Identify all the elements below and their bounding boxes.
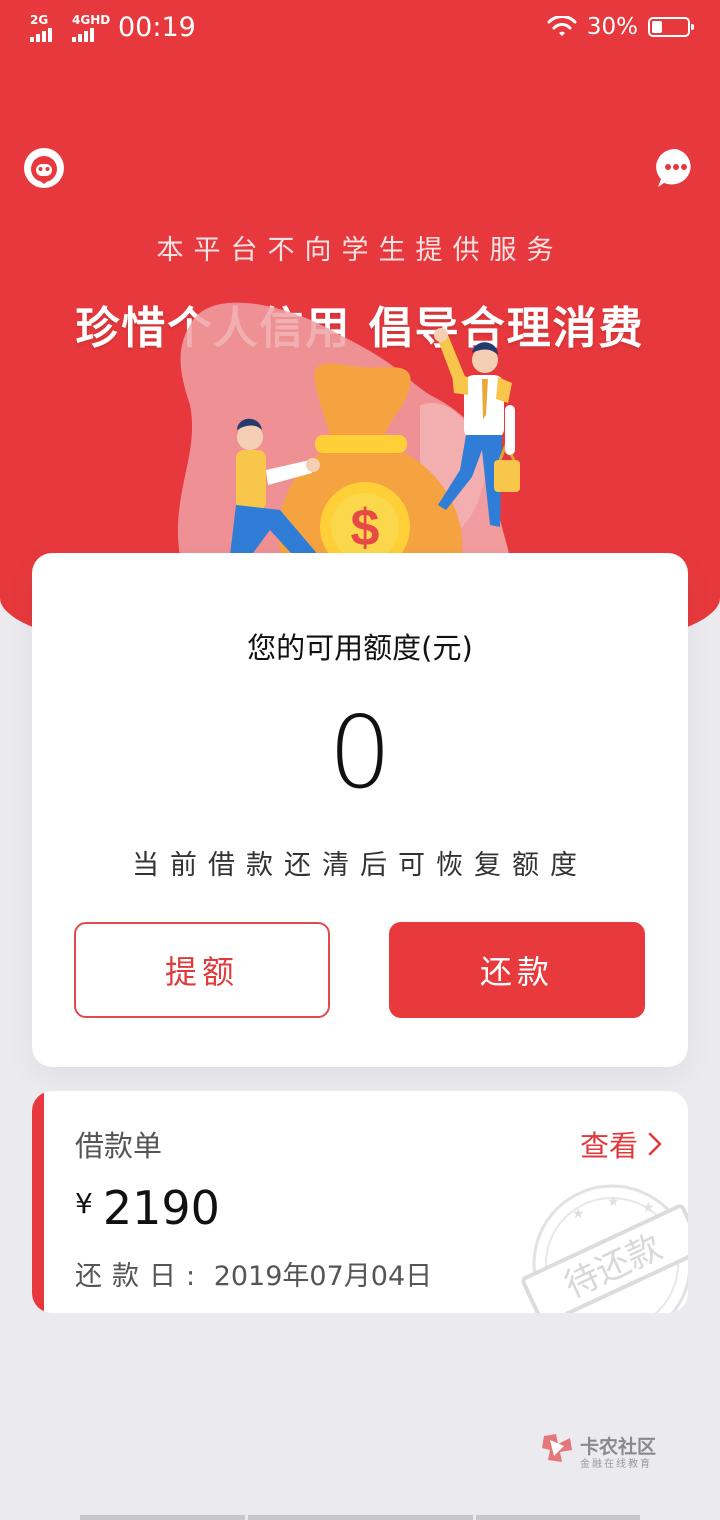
bottom-tab-divider [80, 1515, 245, 1520]
chat-bubble-icon[interactable] [655, 147, 697, 189]
wifi-icon [547, 16, 577, 36]
svg-text:★: ★ [642, 1200, 655, 1216]
currency-symbol: ¥ [75, 1187, 93, 1220]
status-bar: 2G 4GHD 00:19 30% [0, 0, 720, 58]
money-bag-illustration: $ [177, 302, 520, 565]
signal-bars-icon [72, 27, 94, 42]
kanong-logo-icon [542, 1434, 572, 1462]
view-loan-label: 查看 [579, 1129, 638, 1163]
clock: 00:19 [118, 12, 196, 43]
repayment-date-value: 2019年07月04日 [213, 1261, 433, 1292]
loan-amount-value: 2190 [102, 1181, 220, 1235]
robot-service-icon[interactable] [23, 147, 65, 189]
battery-icon [648, 17, 694, 37]
chevron-right-icon [648, 1132, 662, 1156]
signal-4g: 4GHD [72, 14, 110, 42]
svg-text:★: ★ [572, 1206, 585, 1222]
repayment-date-label: 还款日: [75, 1261, 206, 1292]
loan-order-title: 借款单 [75, 1129, 163, 1163]
available-credit-card: 您的可用额度(元) 0 当前借款还清后可恢复额度 提额 还款 [32, 553, 688, 1067]
bottom-tab-divider [476, 1515, 640, 1520]
kanong-watermark: 卡农社区 金融在线教育 [540, 1430, 670, 1470]
signal-bars-icon [30, 27, 52, 42]
credit-restore-note: 当前借款还清后可恢复额度 [132, 850, 588, 881]
network-type-1: 2G [30, 12, 49, 27]
svg-text:$: $ [351, 499, 380, 557]
available-credit-title: 您的可用额度(元) [247, 631, 473, 665]
available-credit-amount: 0 [328, 694, 392, 811]
battery-level [652, 21, 662, 33]
raise-limit-button[interactable]: 提额 [74, 922, 330, 1018]
view-loan-link[interactable]: 查看 [580, 1123, 662, 1165]
pending-repayment-stamp: 待还款 ★ ★ ★ ★ ★ [521, 1184, 688, 1313]
watermark-subtitle: 金融在线教育 [580, 1459, 652, 1470]
loan-accent-stripe [32, 1091, 44, 1313]
battery-percent: 30% [586, 14, 638, 40]
signal-2g: 2G [30, 14, 64, 42]
student-notice: 本平台不向学生提供服务 [156, 235, 564, 266]
repayment-date: 还款日: 2019年07月04日 [75, 1254, 432, 1293]
loan-order-card[interactable]: 借款单 查看 ¥ 2190 还款日: 2019年07月04日 待还款 ★ ★ ★… [32, 1091, 688, 1313]
repay-button[interactable]: 还款 [389, 922, 645, 1018]
loan-amount: ¥ 2190 [75, 1181, 220, 1235]
svg-text:★: ★ [607, 1194, 620, 1210]
svg-text:★: ★ [637, 1310, 650, 1313]
network-type-2: 4GHD [72, 12, 111, 27]
bottom-tab-divider [248, 1515, 473, 1520]
